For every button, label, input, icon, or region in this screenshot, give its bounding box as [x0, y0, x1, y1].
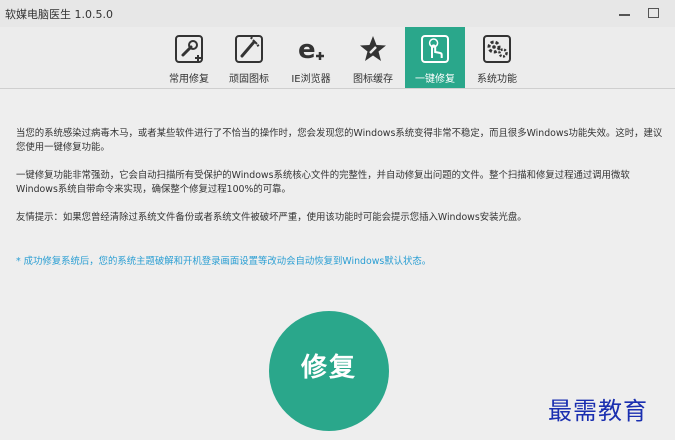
tab-label: 常用修复 — [169, 74, 209, 85]
watermark: 最需教育 — [548, 397, 648, 425]
tip-paragraph: 友情提示：如果您曾经清除过系统文件备份或者系统文件被破坏严重，使用该功能时可能会… — [16, 212, 527, 223]
app-title: 软媒电脑医生 1.0.5.0 — [5, 8, 113, 21]
tab-label: 图标缓存 — [353, 74, 393, 85]
title-bar: 软媒电脑医生 1.0.5.0 — [0, 0, 675, 27]
stubborn-icon-repair-icon — [235, 35, 263, 63]
note-text: * 成功修复系统后，您的系统主题破解和开机登录画面设置等改动会自动恢复到Wind… — [16, 256, 432, 267]
ie-browser-icon: e — [298, 35, 324, 64]
description-paragraph: 当您的系统感染过病毒木马，或者某些软件进行了不恰当的操作时，您会发现您的Wind… — [16, 128, 663, 153]
repair-button-label: 修复 — [300, 353, 357, 383]
repair-button[interactable]: 修复 — [269, 311, 389, 431]
wrench-fix-icon — [175, 35, 203, 63]
tab-label: 顽固图标 — [229, 74, 269, 85]
toolbar: 常用修复 顽固图标 e IE浏览器 图标缓存 一键修复 系统功能 — [0, 27, 675, 89]
description-paragraph: 一键修复功能非常强劲，它会自动扫描所有受保护的Windows系统核心文件的完整性… — [16, 170, 630, 195]
tab-icon-cache[interactable]: 图标缓存 — [343, 27, 403, 88]
tab-one-click-repair[interactable]: 一键修复 — [405, 27, 465, 88]
tab-system-functions[interactable]: 系统功能 — [467, 27, 527, 88]
maximize-button[interactable] — [643, 3, 665, 23]
icon-cache-icon — [360, 36, 386, 61]
tab-common-repair[interactable]: 常用修复 — [159, 27, 219, 88]
minimize-button[interactable] — [614, 3, 636, 23]
tab-stubborn-icons[interactable]: 顽固图标 — [219, 27, 279, 88]
tab-label: IE浏览器 — [291, 74, 331, 85]
svg-text:e: e — [298, 35, 316, 64]
tab-label: 系统功能 — [477, 74, 517, 85]
tab-ie-browser[interactable]: e IE浏览器 — [281, 27, 341, 88]
tab-label: 一键修复 — [415, 74, 455, 85]
system-function-icon — [483, 35, 511, 63]
one-click-repair-icon — [421, 35, 449, 63]
